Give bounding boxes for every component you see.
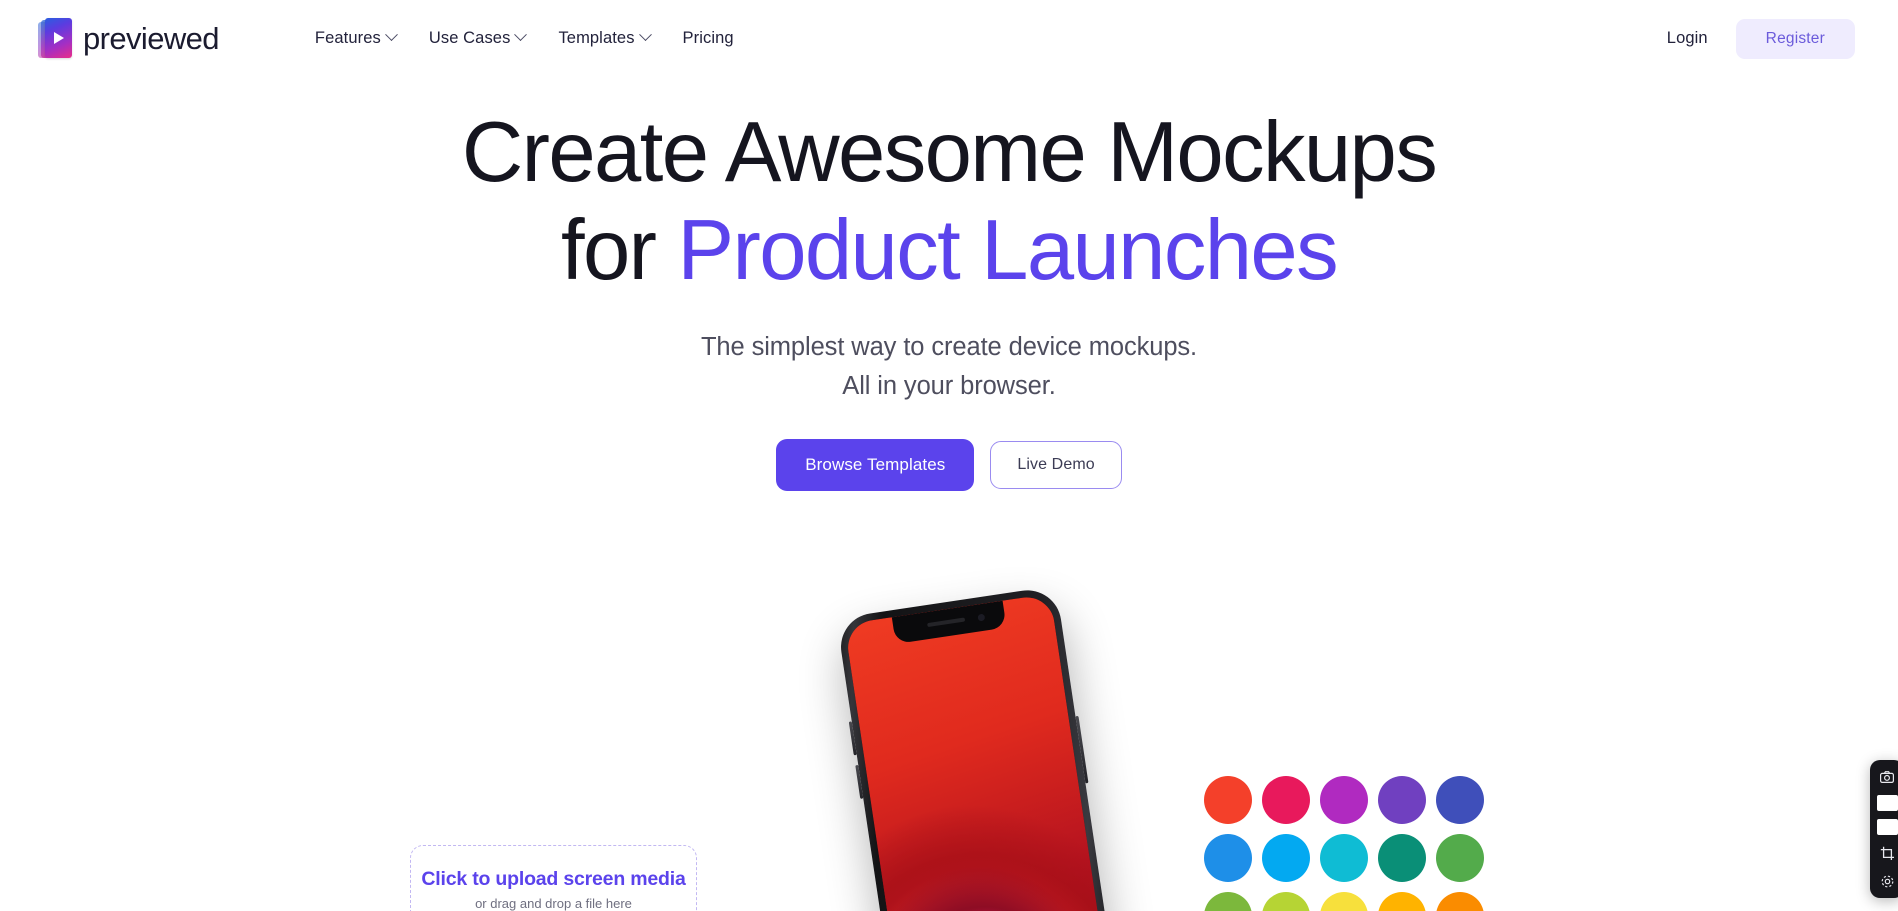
dropzone-subtitle: or drag and drop a file here <box>475 896 632 911</box>
nav-item-label: Pricing <box>682 29 734 47</box>
header-actions: Login Register <box>1667 18 1855 59</box>
hero-subtitle: The simplest way to create device mockup… <box>0 328 1898 406</box>
color-swatch[interactable] <box>1320 834 1368 882</box>
device-mockup-preview[interactable] <box>836 582 1145 911</box>
screen-media-dropzone[interactable]: Click to upload screen media or drag and… <box>410 845 697 911</box>
color-palette <box>1204 776 1484 911</box>
play-card-stack-logo-icon <box>38 17 72 60</box>
wallpaper-image <box>844 593 1111 911</box>
chevron-down-icon <box>514 27 528 41</box>
phone-screen <box>844 593 1111 911</box>
volume-up-button-icon <box>848 721 857 756</box>
hero-title-accent: Product Launches <box>677 203 1338 298</box>
color-swatch[interactable] <box>1262 776 1310 824</box>
browse-templates-button[interactable]: Browse Templates <box>776 439 975 491</box>
nav-item-label: Use Cases <box>428 29 511 47</box>
site-header: previewed Features Use Cases Templates P… <box>0 0 1898 77</box>
front-camera-icon <box>977 613 986 622</box>
camera-icon[interactable] <box>1877 767 1897 787</box>
color-swatch[interactable] <box>1262 892 1310 911</box>
page-title: Create Awesome Mockups for Product Launc… <box>0 104 1898 300</box>
brand-name: previewed <box>83 20 220 56</box>
screen-icon[interactable] <box>1876 795 1898 811</box>
color-swatch[interactable] <box>1436 776 1484 824</box>
nav-item-label: Templates <box>558 29 635 47</box>
landing-page: previewed Features Use Cases Templates P… <box>0 0 1898 911</box>
volume-down-button-icon <box>855 764 864 799</box>
live-demo-button[interactable]: Live Demo <box>990 441 1122 489</box>
color-swatch[interactable] <box>1320 892 1368 911</box>
color-swatch[interactable] <box>1436 892 1484 911</box>
register-button[interactable]: Register <box>1735 18 1855 59</box>
brand-logo-link[interactable]: previewed <box>38 17 220 60</box>
hero-subtitle-line-2: All in your browser. <box>842 372 1056 400</box>
hero-section: Create Awesome Mockups for Product Launc… <box>0 104 1898 491</box>
crop-icon[interactable] <box>1877 843 1897 863</box>
nav-item-label: Features <box>314 29 381 47</box>
color-swatch[interactable] <box>1378 892 1426 911</box>
settings-icon[interactable] <box>1877 871 1897 891</box>
color-swatch[interactable] <box>1436 834 1484 882</box>
color-swatch[interactable] <box>1320 776 1368 824</box>
hero-title-line-2: for Product Launches <box>0 202 1898 300</box>
chevron-down-icon <box>384 27 398 41</box>
iphone-frame <box>836 585 1119 911</box>
power-button-icon <box>1075 715 1089 784</box>
earpiece-speaker-icon <box>927 617 966 628</box>
nav-item-use-cases[interactable]: Use Cases <box>428 27 528 48</box>
dropzone-title: Click to upload screen media <box>421 868 686 890</box>
hero-subtitle-line-1: The simplest way to create device mockup… <box>700 333 1198 361</box>
nav-item-features[interactable]: Features <box>314 27 398 48</box>
chevron-down-icon <box>638 27 652 41</box>
hero-title-line-1: Create Awesome Mockups <box>461 105 1438 200</box>
primary-nav: Features Use Cases Templates Pricing <box>314 27 734 48</box>
hero-cta-group: Browse Templates Live Demo <box>0 439 1898 491</box>
nav-item-templates[interactable]: Templates <box>558 27 652 48</box>
floating-tool-panel <box>1870 760 1898 898</box>
color-swatch[interactable] <box>1204 776 1252 824</box>
nav-item-pricing[interactable]: Pricing <box>683 29 734 48</box>
color-swatch[interactable] <box>1204 892 1252 911</box>
color-swatch[interactable] <box>1204 834 1252 882</box>
screen-icon[interactable] <box>1876 819 1898 835</box>
hero-title-prefix: for <box>560 203 678 298</box>
color-swatch[interactable] <box>1262 834 1310 882</box>
color-swatch[interactable] <box>1378 776 1426 824</box>
login-link[interactable]: Login <box>1667 29 1708 48</box>
color-swatch[interactable] <box>1378 834 1426 882</box>
